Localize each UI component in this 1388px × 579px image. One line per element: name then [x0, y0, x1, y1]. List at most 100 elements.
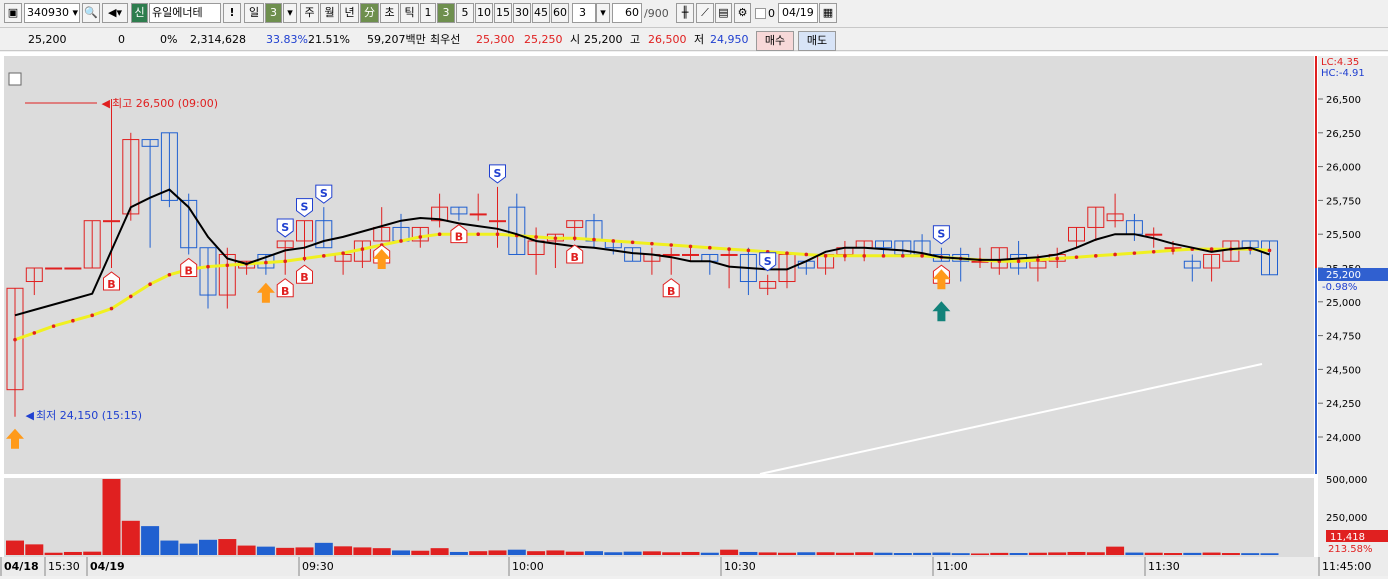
stock-name[interactable]: 유일에너테 [149, 3, 221, 23]
ma-dot [1171, 248, 1175, 253]
period-second-button[interactable]: 초 [380, 3, 399, 23]
open-price: 25,200 [584, 33, 623, 46]
volume-bar [507, 549, 526, 555]
volume-bar [951, 553, 970, 555]
chart-menu-icon[interactable] [8, 72, 22, 86]
quote-bar: 25,200 0 0% 2,314,628 33.83% 21.51% 59,2… [0, 29, 1388, 51]
hc-label: HC:-4.91 [1321, 68, 1365, 79]
x-label: 10:00 [512, 560, 544, 573]
period-week-button[interactable]: 주 [300, 3, 319, 23]
lc-label: LC:4.35 [1321, 57, 1359, 68]
ma-dot [129, 294, 133, 299]
ma-dot [90, 313, 94, 318]
minute-5-button[interactable]: 5 [456, 3, 474, 23]
x-label: 04/18 [4, 560, 39, 573]
ma-dot [1094, 254, 1098, 258]
ma-dot [862, 254, 866, 258]
minute-3-button[interactable]: 3 [437, 3, 455, 23]
volume-bar [1067, 551, 1086, 555]
minute-10-button[interactable]: 10 [475, 3, 493, 23]
period-day-button[interactable]: 일 [244, 3, 264, 23]
volume-bar [527, 551, 546, 555]
period-year-button[interactable]: 년 [340, 3, 359, 23]
sell-signal-label: S [764, 255, 772, 268]
volume-bar [585, 551, 603, 555]
volume-bar [1048, 552, 1067, 555]
minute-60-button[interactable]: 60 [551, 3, 569, 23]
y-tick-label: 26,000 [1326, 163, 1361, 174]
volume-bar [778, 552, 796, 555]
current-price-label: 25,200 [1326, 270, 1361, 281]
volume-bar [1164, 553, 1182, 555]
volume-bar [604, 552, 623, 555]
candle-icon[interactable]: ╫ [676, 3, 694, 23]
candlestick-chart[interactable]: BBBBBBBBBSSSSSS LC:4.35 HC:-4.91 26,5002… [0, 52, 1388, 576]
ma-dot [283, 259, 288, 264]
checkbox-label: 0 [768, 7, 775, 20]
ma-dot [1055, 256, 1059, 261]
buy-signal-label: B [107, 278, 115, 291]
gear-icon[interactable]: ⚙ [734, 3, 751, 23]
speaker-icon[interactable]: ◀▾ [102, 3, 128, 23]
buy-button[interactable]: 매수 [756, 31, 794, 51]
ma-dot [51, 324, 56, 328]
alert-button[interactable]: ! [223, 3, 241, 23]
minute-15-button[interactable]: 15 [494, 3, 512, 23]
volume-bar [546, 550, 565, 555]
volume-bar [1009, 553, 1028, 555]
candle [103, 220, 120, 223]
date-input[interactable]: 04/19 [778, 3, 818, 23]
volume-bar [913, 552, 932, 555]
volume-bar [855, 552, 874, 555]
minute-1-button[interactable]: 1 [420, 3, 436, 23]
volume-bar [179, 543, 198, 555]
low-label: 저 [694, 33, 705, 46]
chevron-down-icon[interactable]: ▾ [72, 4, 78, 22]
search-icon[interactable]: 🔍 [82, 3, 100, 23]
period-minute-button[interactable]: 分 [360, 3, 379, 23]
ask-price: 25,300 [476, 33, 515, 46]
ma-dot [746, 248, 751, 253]
credit-badge: 신 [131, 3, 148, 23]
buy-signal-label: B [455, 231, 463, 244]
chevron-down-icon[interactable]: ▾ [283, 3, 297, 23]
y-tick-label: 24,500 [1326, 365, 1361, 376]
ma-dot [109, 306, 114, 311]
best-quote-label: 최우선 [430, 33, 461, 46]
x-label: 11:45:00 [1322, 560, 1371, 573]
interval-input[interactable]: 3 [572, 3, 596, 23]
candle [64, 267, 82, 270]
volume-bar [218, 539, 237, 555]
calendar-icon[interactable]: ▦ [819, 3, 837, 23]
chart-area: BBBBBBBBBSSSSSS LC:4.35 HC:-4.91 26,5002… [0, 52, 1388, 576]
stock-code-input[interactable]: 340930 ▾ [24, 3, 80, 23]
minute-45-button[interactable]: 45 [532, 3, 550, 23]
y-tick-label: 25,000 [1326, 298, 1361, 309]
period-month-button[interactable]: 월 [320, 3, 339, 23]
period-number[interactable]: 3 [265, 3, 282, 23]
sell-button[interactable]: 매도 [798, 31, 836, 51]
minute-30-button[interactable]: 30 [513, 3, 531, 23]
y-tick-label: 25,500 [1326, 230, 1361, 241]
ma-dot [225, 263, 230, 268]
chevron-down-icon[interactable]: ▾ [596, 3, 610, 23]
save-icon[interactable]: ▤ [715, 3, 732, 23]
high-label: 고 [630, 33, 641, 46]
sell-signal-label: S [281, 221, 289, 234]
turnover-rate: 21.51% [308, 33, 350, 46]
volume-bar [932, 552, 951, 555]
ma-dot [206, 264, 210, 269]
x-label: 15:30 [48, 560, 80, 573]
period-tick-button[interactable]: 틱 [400, 3, 419, 23]
volume-tick-label: 500,000 [1326, 475, 1367, 486]
window-icon[interactable]: ▣ [4, 3, 22, 23]
line-tool-icon[interactable]: ⟋ [696, 3, 714, 23]
ma-dot [1074, 255, 1079, 259]
volume-tick-label: 250,000 [1326, 513, 1367, 524]
sell-signal-label: S [494, 167, 502, 180]
checkbox[interactable] [755, 8, 766, 19]
ma-dot [708, 245, 712, 250]
view-count-input[interactable]: 60 [612, 3, 642, 23]
volume-bar [1202, 552, 1221, 555]
y-tick-label: 24,750 [1326, 332, 1361, 343]
